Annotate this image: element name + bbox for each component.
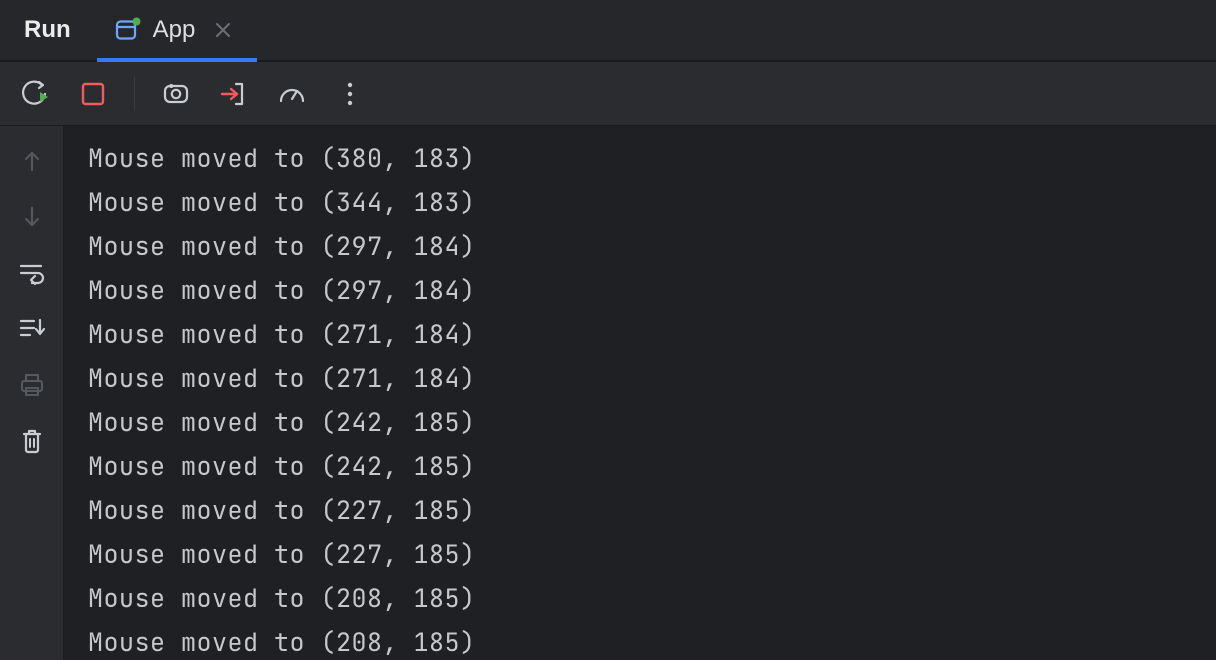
rerun-button[interactable] <box>18 77 52 111</box>
close-tab-button[interactable] <box>211 18 235 42</box>
console-line: Mouse moved to (344, 183) <box>88 180 1192 224</box>
soft-wrap-button[interactable] <box>15 256 49 290</box>
console-line: Mouse moved to (208, 185) <box>88 576 1192 620</box>
print-button[interactable] <box>15 368 49 402</box>
run-tab-app[interactable]: App <box>97 0 258 60</box>
console-line: Mouse moved to (271, 184) <box>88 356 1192 400</box>
toolbar-divider <box>134 77 135 111</box>
run-toolbar <box>0 62 1216 126</box>
console-line: Mouse moved to (242, 185) <box>88 444 1192 488</box>
console-gutter <box>0 126 64 660</box>
run-tab-title: App <box>153 16 196 44</box>
clear-all-button[interactable] <box>15 424 49 458</box>
console-line: Mouse moved to (380, 183) <box>88 136 1192 180</box>
console-line: Mouse moved to (227, 185) <box>88 532 1192 576</box>
console-line: Mouse moved to (297, 184) <box>88 268 1192 312</box>
scroll-up-button[interactable] <box>15 144 49 178</box>
scroll-down-button[interactable] <box>15 200 49 234</box>
console-line: Mouse moved to (297, 184) <box>88 224 1192 268</box>
console-line: Mouse moved to (242, 185) <box>88 400 1192 444</box>
app-running-icon <box>115 17 141 43</box>
profiler-gauge-icon[interactable] <box>275 77 309 111</box>
console-line: Mouse moved to (208, 185) <box>88 620 1192 660</box>
tool-window-header: Run App <box>0 0 1216 62</box>
more-actions-button[interactable] <box>333 77 367 111</box>
exit-icon[interactable] <box>217 77 251 111</box>
console-line: Mouse moved to (227, 185) <box>88 488 1192 532</box>
tool-window-title: Run <box>0 0 97 60</box>
console-output[interactable]: Mouse moved to (380, 183)Mouse moved to … <box>64 126 1216 660</box>
scroll-to-end-button[interactable] <box>15 312 49 346</box>
console-line: Mouse moved to (271, 184) <box>88 312 1192 356</box>
thread-dump-icon[interactable] <box>159 77 193 111</box>
stop-button[interactable] <box>76 77 110 111</box>
